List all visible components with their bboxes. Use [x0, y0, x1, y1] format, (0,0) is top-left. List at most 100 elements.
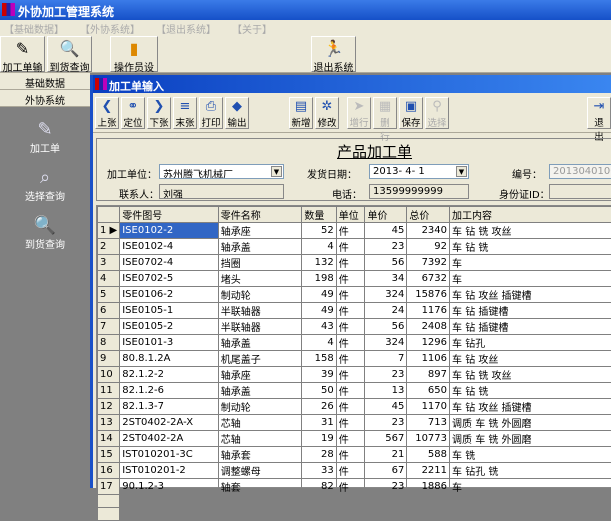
delete-row-button[interactable]: ▦删 行 — [373, 97, 397, 129]
unit-price-cell[interactable]: 21 — [365, 447, 407, 463]
quantity-cell[interactable]: 49 — [302, 303, 336, 319]
table-row[interactable]: 980.8.1.2A机尾盖子158件71106车 钻 攻丝 — [98, 351, 611, 367]
table-row[interactable]: 142ST0402-2A芯轴19件56710773调质 车 铣 外圆磨 — [98, 431, 611, 447]
unit-price-cell[interactable]: 324 — [365, 335, 407, 351]
part-name-cell[interactable]: 轴承座 — [218, 223, 302, 239]
unit-cell[interactable]: 件 — [336, 255, 365, 271]
column-header[interactable]: 总价 — [407, 207, 450, 223]
total-cell[interactable]: 897 — [407, 367, 450, 383]
process-cell[interactable]: 车 — [450, 479, 611, 495]
table-row[interactable]: 15IST010201-3C轴承套28件21588车 铣 — [98, 447, 611, 463]
quantity-cell[interactable]: 132 — [302, 255, 336, 271]
unit-cell[interactable]: 件 — [336, 271, 365, 287]
process-cell[interactable]: 车 钻 铣 攻丝 — [450, 367, 611, 383]
table-row[interactable]: 1 ▶ISE0102-2轴承座52件452340车 钻 铣 攻丝 — [98, 223, 611, 239]
process-cell[interactable]: 车 钻 攻丝 — [450, 351, 611, 367]
process-cell[interactable]: 车 钻 铣 — [450, 383, 611, 399]
sidebar-header-basic-data[interactable]: 基础数据 — [0, 73, 90, 90]
part-number-cell[interactable]: ISE0702-4 — [120, 255, 219, 271]
chevron-down-icon[interactable]: ▼ — [271, 166, 282, 177]
process-cell[interactable]: 车 钻 攻丝 插键槽 — [450, 399, 611, 415]
unit-cell[interactable]: 件 — [336, 399, 365, 415]
table-row[interactable]: 7ISE0105-2半联轴器43件562408车 钻 插键槽 — [98, 319, 611, 335]
row-indicator[interactable]: 12 — [98, 399, 120, 415]
total-cell[interactable]: 713 — [407, 415, 450, 431]
total-cell[interactable]: 2340 — [407, 223, 450, 239]
unit-cell[interactable]: 件 — [336, 239, 365, 255]
quantity-cell[interactable]: 33 — [302, 463, 336, 479]
part-name-cell[interactable]: 轴承套 — [218, 447, 302, 463]
part-name-cell[interactable]: 半联轴器 — [218, 319, 302, 335]
row-indicator[interactable]: 16 — [98, 463, 120, 479]
total-cell[interactable]: 1176 — [407, 303, 450, 319]
row-indicator[interactable]: 14 — [98, 431, 120, 447]
unit-cell[interactable]: 件 — [336, 367, 365, 383]
part-name-cell[interactable]: 轴承盖 — [218, 239, 302, 255]
unit-cell[interactable]: 件 — [336, 223, 365, 239]
exit-button[interactable]: ⇥退 出 — [587, 97, 611, 129]
quantity-cell[interactable]: 28 — [302, 447, 336, 463]
unit-price-cell[interactable]: 45 — [365, 399, 407, 415]
unit-cell[interactable]: 件 — [336, 383, 365, 399]
row-indicator[interactable]: 3 — [98, 255, 120, 271]
quantity-cell[interactable]: 50 — [302, 383, 336, 399]
part-name-cell[interactable]: 芯轴 — [218, 431, 302, 447]
part-number-cell[interactable]: ISE0106-2 — [120, 287, 219, 303]
sidebar-item-arrival-query[interactable]: 🔍到货查询 — [0, 215, 90, 251]
unit-cell[interactable]: 件 — [336, 479, 365, 495]
part-number-cell[interactable]: 82.1.2-2 — [120, 367, 219, 383]
parts-grid[interactable]: 零件图号零件名称数量单位单价总价加工内容 1 ▶ISE0102-2轴承座52件4… — [96, 205, 611, 488]
quantity-cell[interactable]: 49 — [302, 287, 336, 303]
part-name-cell[interactable]: 制动轮 — [218, 399, 302, 415]
column-header[interactable]: 零件图号 — [120, 207, 219, 223]
part-name-cell[interactable]: 调整螺母 — [218, 463, 302, 479]
row-indicator[interactable]: 1 ▶ — [98, 223, 120, 239]
table-row[interactable]: 1790.1.2-3轴套82件231886车 — [98, 479, 611, 495]
total-cell[interactable]: 2211 — [407, 463, 450, 479]
menu-basic-data[interactable]: 【基础数据】 — [0, 20, 76, 36]
process-cell[interactable]: 调质 车 铣 外圆磨 — [450, 415, 611, 431]
prev-button[interactable]: ❮上张 — [95, 97, 119, 129]
part-name-cell[interactable]: 机尾盖子 — [218, 351, 302, 367]
total-cell[interactable]: 2408 — [407, 319, 450, 335]
quantity-cell[interactable]: 198 — [302, 271, 336, 287]
new-button[interactable]: ▤新增 — [289, 97, 313, 129]
quantity-cell[interactable]: 43 — [302, 319, 336, 335]
row-indicator[interactable]: 8 — [98, 335, 120, 351]
add-row-button[interactable]: ➤增行 — [347, 97, 371, 129]
menu-about[interactable]: 【关于】 — [228, 20, 284, 36]
number-field[interactable]: 20130401002 — [549, 164, 611, 179]
table-row[interactable]: 4ISE0702-5堵头198件346732车 — [98, 271, 611, 287]
process-cell[interactable]: 调质 车 铣 外圆磨 — [450, 431, 611, 447]
unit-cell[interactable]: 件 — [336, 287, 365, 303]
total-cell[interactable]: 1170 — [407, 399, 450, 415]
edit-button[interactable]: ✲修改 — [315, 97, 339, 129]
select-button[interactable]: ⚲选择 — [425, 97, 449, 129]
process-cell[interactable]: 车 钻 攻丝 插键槽 — [450, 287, 611, 303]
exit-system-button[interactable]: 🏃退出系统 — [311, 36, 356, 72]
quantity-cell[interactable]: 52 — [302, 223, 336, 239]
process-cell[interactable]: 车 铣 — [450, 447, 611, 463]
part-name-cell[interactable]: 轴套 — [218, 479, 302, 495]
export-button[interactable]: ◆输出 — [225, 97, 249, 129]
column-header[interactable]: 零件名称 — [218, 207, 302, 223]
process-cell[interactable]: 车 钻 铣 — [450, 239, 611, 255]
table-row[interactable]: 1282.1.3-7制动轮26件451170车 钻 攻丝 插键槽 — [98, 399, 611, 415]
row-indicator[interactable]: 6 — [98, 303, 120, 319]
quantity-cell[interactable]: 26 — [302, 399, 336, 415]
part-number-cell[interactable]: IST010201-2 — [120, 463, 219, 479]
quantity-cell[interactable]: 158 — [302, 351, 336, 367]
part-number-cell[interactable]: 2ST0402-2A-X — [120, 415, 219, 431]
row-indicator[interactable]: 17 — [98, 479, 120, 495]
row-indicator[interactable]: 7 — [98, 319, 120, 335]
unit-price-cell[interactable]: 324 — [365, 287, 407, 303]
process-cell[interactable]: 车 钻 插键槽 — [450, 303, 611, 319]
order-input-button[interactable]: ✎加工单输入 — [0, 36, 45, 72]
unit-price-cell[interactable]: 13 — [365, 383, 407, 399]
quantity-cell[interactable]: 4 — [302, 239, 336, 255]
part-name-cell[interactable]: 轴承座 — [218, 367, 302, 383]
part-number-cell[interactable]: ISE0702-5 — [120, 271, 219, 287]
table-row[interactable]: 2ISE0102-4轴承盖4件2392车 钻 铣 — [98, 239, 611, 255]
quantity-cell[interactable]: 39 — [302, 367, 336, 383]
contact-field[interactable]: 刘强 — [159, 184, 284, 199]
